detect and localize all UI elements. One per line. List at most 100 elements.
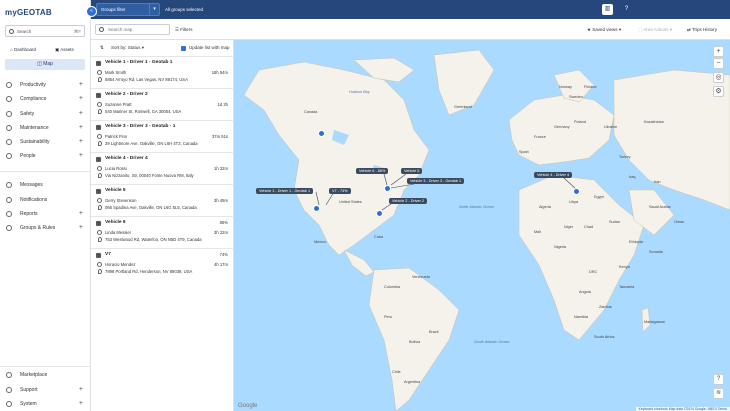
location-pin-icon	[98, 269, 102, 274]
world-map[interactable]: Greenland Canada United States Mexico Venezu…	[234, 40, 730, 411]
panel-toggle-icon[interactable]: ▥	[602, 4, 613, 15]
vehicle-list-item[interactable]: Vehicle 6 86% Linda Messier 3h 22m 753 We…	[91, 216, 234, 248]
driver-icon	[97, 198, 102, 203]
vehicle-name: Vehicle 1 - Driver 1 - Geotab 1	[105, 60, 173, 65]
vehicle-list-item[interactable]: V7 74% Horacio Mendez 4h 17m 7898 Portlan…	[91, 248, 234, 280]
compliance-icon	[6, 96, 12, 102]
vehicle-pin[interactable]	[384, 185, 391, 192]
nav-safety[interactable]: Safety +	[0, 108, 91, 120]
driver-icon	[97, 70, 102, 75]
map-help-icon[interactable]: ?	[713, 374, 724, 385]
vehicle-pin[interactable]	[313, 205, 320, 212]
vehicle-checkbox[interactable]	[96, 253, 101, 258]
search-map-placeholder: Search map	[108, 27, 133, 32]
nav-notifications[interactable]: Notifications	[0, 194, 91, 206]
vehicle-list-item[interactable]: Vehicle 1 - Driver 1 - Geotab 1 Mark Smi…	[91, 56, 234, 88]
nav-messages[interactable]: Messages	[0, 179, 91, 191]
zoom-in-button[interactable]: +	[713, 46, 724, 57]
vehicle-4-map-label[interactable]: Vehicle 4 - Driver 4	[534, 172, 573, 178]
vehicle-list-item[interactable]: Vehicle 4 - Driver 4 Lucia Rossi 1h 32m …	[91, 152, 234, 184]
vehicle-checkbox[interactable]	[96, 221, 101, 226]
map-place-label: Ukraine	[604, 125, 618, 129]
nav-label: Support	[20, 387, 38, 393]
nav-label: Compliance	[20, 96, 47, 102]
vehicle-checkbox[interactable]	[96, 61, 101, 66]
vehicle-address: 39 Lightmore Ave, Oakville, ON L6H 4T3, …	[105, 141, 198, 146]
vehicle-pin[interactable]	[318, 130, 325, 137]
vehicle-6-map-label[interactable]: Vehicle 6 - 86%	[356, 168, 389, 174]
nav-sustainability[interactable]: Sustainability +	[0, 136, 91, 148]
expand-icon: +	[78, 95, 83, 102]
vehicle-list-item[interactable]: Vehicle 3 - Driver 3 - Geotab - 1 Patric…	[91, 120, 234, 152]
vehicle-list-item[interactable]: Vehicle 2 - Driver 2 Suzanne Pratt 1d 2h…	[91, 88, 234, 120]
layers-icon[interactable]: ≋	[713, 388, 724, 399]
nav-marketplace[interactable]: Marketplace	[0, 369, 91, 381]
sort-dropdown[interactable]: Sort by: Status ▾	[111, 45, 144, 51]
nav-people[interactable]: People +	[0, 150, 91, 162]
driver-name: Patrick Finn	[105, 134, 128, 139]
productivity-icon	[6, 82, 12, 88]
notifications-icon	[6, 197, 12, 203]
dashboard-button[interactable]: ⌂ Dashboard	[10, 45, 36, 55]
nav-productivity[interactable]: Productivity +	[0, 79, 91, 91]
search-icon	[9, 29, 14, 34]
filters-button[interactable]: ☰ Filters	[175, 19, 193, 40]
map-place-label: South Africa	[594, 335, 615, 339]
map-place-label: Algeria	[539, 205, 551, 209]
sort-icon: ⇅	[100, 45, 104, 50]
search-map-input[interactable]: Search map	[95, 24, 170, 35]
help-icon[interactable]: ?	[621, 4, 632, 15]
zoom-out-button[interactable]: −	[713, 58, 724, 69]
saved-views-button[interactable]: ★ Saved views ▾	[587, 19, 621, 40]
driver-icon	[97, 262, 102, 267]
trips-history-button[interactable]: ⇄ Trips History	[687, 19, 717, 40]
map-place-label: Kazakhstan	[644, 120, 664, 124]
expand-icon: +	[78, 210, 83, 217]
nav-maintenance[interactable]: Maintenance +	[0, 122, 91, 134]
map-attribution[interactable]: Keyboard shortcuts Map data ©2024 Google…	[635, 407, 730, 411]
map-place-label: Poland	[574, 120, 586, 124]
collapse-sidebar-button[interactable]: «	[86, 6, 97, 17]
vehicle-checkbox[interactable]	[96, 189, 101, 194]
driver-name: Gerry Stevenson	[105, 198, 137, 203]
vehicle-pin[interactable]	[376, 210, 383, 217]
vehicle-checkbox[interactable]	[96, 93, 101, 98]
vehicle-5-map-label[interactable]: Vehicle 5	[401, 168, 423, 174]
map-place-label: Chile	[392, 370, 401, 374]
vehicle-name: Vehicle 5	[105, 188, 126, 193]
location-pin-icon	[98, 77, 102, 82]
v7-map-label[interactable]: V7 - 74%	[329, 188, 351, 194]
locate-icon[interactable]: ◎	[713, 72, 724, 83]
map-settings-icon[interactable]: ⚙	[713, 86, 724, 97]
update-list-checkbox[interactable]	[181, 46, 186, 51]
map-place-label: France	[534, 135, 546, 139]
maintenance-icon	[6, 125, 12, 131]
vehicle-checkbox[interactable]	[96, 157, 101, 162]
vehicle-3-map-label[interactable]: Vehicle 3 - Driver 3 - Geotab 1	[407, 178, 465, 184]
nav-system[interactable]: System +	[0, 398, 91, 410]
map-place-label: Chad	[584, 225, 594, 229]
vehicle-address: 066 Spadina Ave, Oakville, ON L6G 5L5, C…	[105, 205, 197, 210]
sidebar-search-input[interactable]: Search ⌘F	[5, 25, 85, 37]
vehicle-2-map-label[interactable]: Vehicle 2 - Driver 2	[389, 198, 428, 204]
nav-compliance[interactable]: Compliance +	[0, 93, 91, 105]
nav-label: People	[20, 153, 36, 159]
vehicle-1-map-label[interactable]: Vehicle 1 - Driver 1 - Geotab 1	[256, 188, 314, 194]
geotab-logo[interactable]: myGEOTAB	[5, 8, 52, 17]
nav-label: Sustainability	[20, 139, 50, 145]
nav-reports[interactable]: Reports +	[0, 208, 91, 220]
sustainability-icon	[6, 139, 12, 145]
nav-groups-rules[interactable]: Groups & Rules +	[0, 222, 91, 234]
groups-filter-dropdown[interactable]: Groups filter ▾	[96, 3, 160, 16]
vehicle-checkbox[interactable]	[96, 125, 101, 130]
assets-button[interactable]: ▣ Assets	[55, 45, 74, 55]
area-actions-button[interactable]: ⬚ Area Actions ▾	[638, 19, 672, 40]
update-list-label: Update list with map	[189, 45, 230, 50]
vehicle-pin[interactable]	[573, 188, 580, 195]
map-place-label: Saudi Arabia	[649, 205, 671, 209]
nav-support[interactable]: Support +	[0, 384, 91, 396]
vehicle-list-item[interactable]: Vehicle 5 Gerry Stevenson 3h 49m 066 Spa…	[91, 184, 234, 216]
map-button[interactable]: ◫ Map	[5, 59, 85, 70]
nav-label: Maintenance	[20, 125, 49, 131]
driver-name: Linda Messier	[105, 230, 132, 235]
